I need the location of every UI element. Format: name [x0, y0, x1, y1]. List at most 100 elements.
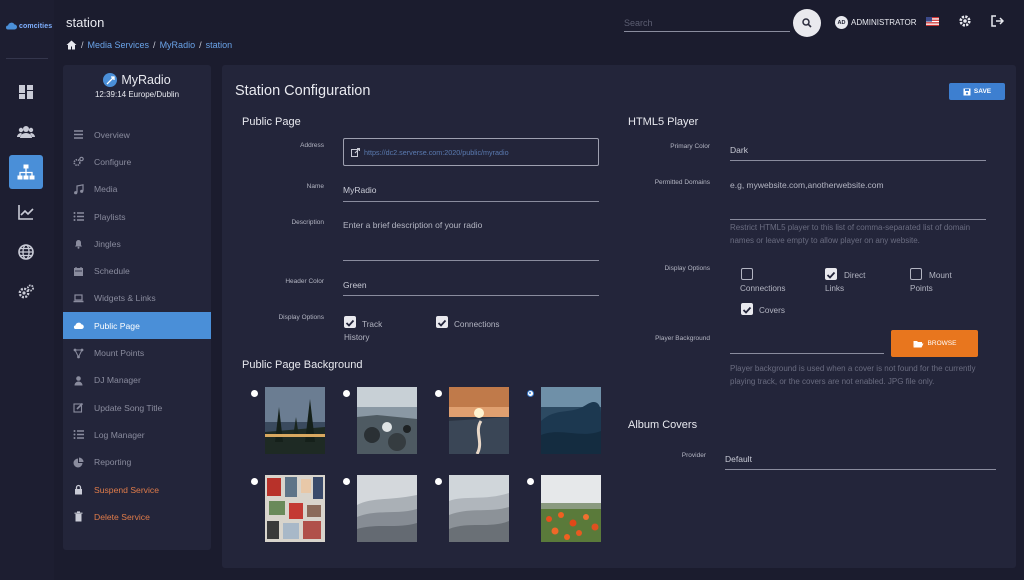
- rail-users[interactable]: [9, 115, 43, 149]
- rail-divider: [6, 58, 48, 59]
- nav-label: Delete Service: [94, 511, 150, 522]
- search-input[interactable]: [624, 15, 790, 32]
- background-radio-2[interactable]: [343, 390, 350, 397]
- nav-media[interactable]: Media: [63, 176, 211, 203]
- nav-overview[interactable]: Overview: [63, 121, 211, 148]
- rail-settings[interactable]: [9, 275, 43, 309]
- gear-icon[interactable]: [958, 14, 972, 28]
- station-configuration-panel: Station Configuration SAVE Public Page A…: [222, 65, 1016, 568]
- covers-checkbox[interactable]: [741, 303, 753, 315]
- save-button[interactable]: SAVE: [949, 83, 1005, 100]
- lock-icon: [75, 484, 82, 495]
- breadcrumb-separator: /: [199, 40, 202, 50]
- breadcrumb-station[interactable]: station: [206, 40, 233, 50]
- nav-label: Schedule: [94, 266, 130, 277]
- background-thumb-sunset-road[interactable]: [449, 387, 509, 454]
- station-sidebar: MyRadio 12:39:14 Europe/Dublin Overview …: [63, 65, 211, 550]
- breadcrumb-media-services[interactable]: Media Services: [88, 40, 150, 50]
- list-icon: [74, 130, 83, 139]
- background-radio-7[interactable]: [435, 478, 442, 485]
- background-radio-5[interactable]: [251, 478, 258, 485]
- background-thumb-misty-hills[interactable]: [357, 475, 417, 542]
- user-menu[interactable]: AD ADMINISTRATOR: [835, 16, 916, 29]
- breadcrumb-myradio[interactable]: MyRadio: [160, 40, 196, 50]
- rail-statistics[interactable]: [9, 195, 43, 229]
- background-thumb-collage[interactable]: [265, 475, 325, 542]
- nav-configure[interactable]: Configure: [63, 148, 211, 175]
- address-value: https://dc2.serverse.com:2020/public/myr…: [364, 147, 509, 157]
- app-logo[interactable]: comcities: [5, 22, 52, 30]
- nav-label: Configure: [94, 156, 132, 167]
- background-radio-8[interactable]: [527, 478, 534, 485]
- html5-connections-checkbox[interactable]: [741, 268, 753, 280]
- provider-select[interactable]: Default: [725, 454, 752, 464]
- nav-suspend-service[interactable]: Suspend Service: [63, 476, 211, 503]
- header-color-label: Header Color: [285, 278, 324, 285]
- connections-checkbox[interactable]: [436, 316, 448, 328]
- background-radio-3[interactable]: [435, 390, 442, 397]
- background-radio-1[interactable]: [251, 390, 258, 397]
- station-clock: 12:39:14 Europe/Dublin: [94, 90, 180, 99]
- search-button[interactable]: [793, 9, 821, 37]
- background-thumb-poppy-field[interactable]: [541, 475, 601, 542]
- nav-playlists[interactable]: Playlists: [63, 203, 211, 230]
- nav-reporting[interactable]: Reporting: [63, 449, 211, 476]
- us-flag-icon[interactable]: [926, 17, 939, 26]
- permitted-domains-input[interactable]: e.g, mywebsite.com,anotherwebsite.com: [730, 180, 884, 190]
- user-name: ADMINISTRATOR: [851, 18, 917, 27]
- nav-label: Playlists: [94, 211, 126, 222]
- check-icon: [437, 319, 447, 327]
- station-brand: MyRadio 12:39:14 Europe/Dublin: [63, 73, 211, 99]
- nav-label: Jingles: [94, 238, 121, 249]
- background-radio-6[interactable]: [343, 478, 350, 485]
- user-icon: [74, 376, 83, 386]
- name-field[interactable]: MyRadio: [343, 185, 377, 195]
- dashboard-icon: [19, 85, 33, 99]
- page-title: station: [66, 15, 105, 30]
- nav-schedule[interactable]: Schedule: [63, 257, 211, 284]
- rail-network[interactable]: [9, 235, 43, 269]
- home-icon[interactable]: [66, 40, 77, 50]
- permitted-domains-label: Permitted Domains: [654, 179, 710, 186]
- nav-log-manager[interactable]: Log Manager: [63, 421, 211, 448]
- nav-update-song-title[interactable]: Update Song Title: [63, 394, 211, 421]
- primary-color-select[interactable]: Dark: [730, 145, 748, 155]
- player-background-input[interactable]: [730, 353, 884, 354]
- background-thumb-rocky-coast[interactable]: [357, 387, 417, 454]
- icon-rail: comcities: [0, 0, 54, 580]
- background-heading: Public Page Background: [242, 359, 363, 371]
- background-thumb-ocean-wave[interactable]: [541, 387, 601, 454]
- background-thumb-misty-hills-2[interactable]: [449, 475, 509, 542]
- app-logo-text: comcities: [19, 22, 53, 30]
- nav-mount-points[interactable]: Mount Points: [63, 339, 211, 366]
- nav-label: Widgets & Links: [94, 293, 156, 304]
- nav-label: Overview: [94, 129, 130, 140]
- nav-widgets-links[interactable]: Widgets & Links: [63, 285, 211, 312]
- rail-dashboard[interactable]: [9, 75, 43, 109]
- direct-links-label: Direct Links: [825, 271, 866, 293]
- nav-public-page[interactable]: Public Page: [63, 312, 211, 340]
- calendar-icon: [74, 266, 83, 276]
- nav-label: Suspend Service: [94, 484, 159, 495]
- rail-services[interactable]: [9, 155, 43, 189]
- bell-icon: [75, 240, 82, 250]
- background-thumb-forest[interactable]: [265, 387, 325, 454]
- header-color-underline: [343, 295, 599, 296]
- header-color-select[interactable]: Green: [343, 280, 367, 290]
- browse-button[interactable]: BROWSE: [891, 330, 978, 357]
- nav-label: Log Manager: [94, 429, 145, 440]
- trash-icon: [74, 511, 83, 522]
- nav-jingles[interactable]: Jingles: [63, 230, 211, 257]
- primary-color-label: Primary Color: [670, 143, 710, 150]
- background-radio-4-selected[interactable]: [527, 390, 534, 397]
- laptop-icon: [73, 294, 84, 303]
- description-field[interactable]: Enter a brief description of your radio: [343, 220, 482, 230]
- address-link[interactable]: https://dc2.serverse.com:2020/public/myr…: [343, 138, 599, 166]
- logout-icon[interactable]: [990, 14, 1004, 28]
- sitemap-icon: [17, 164, 35, 180]
- nav-delete-service[interactable]: Delete Service: [63, 503, 211, 530]
- browse-button-label: BROWSE: [927, 340, 957, 347]
- nav-dj-manager[interactable]: DJ Manager: [63, 367, 211, 394]
- display-options-label: Display Options: [278, 314, 324, 321]
- album-covers-heading: Album Covers: [628, 419, 698, 431]
